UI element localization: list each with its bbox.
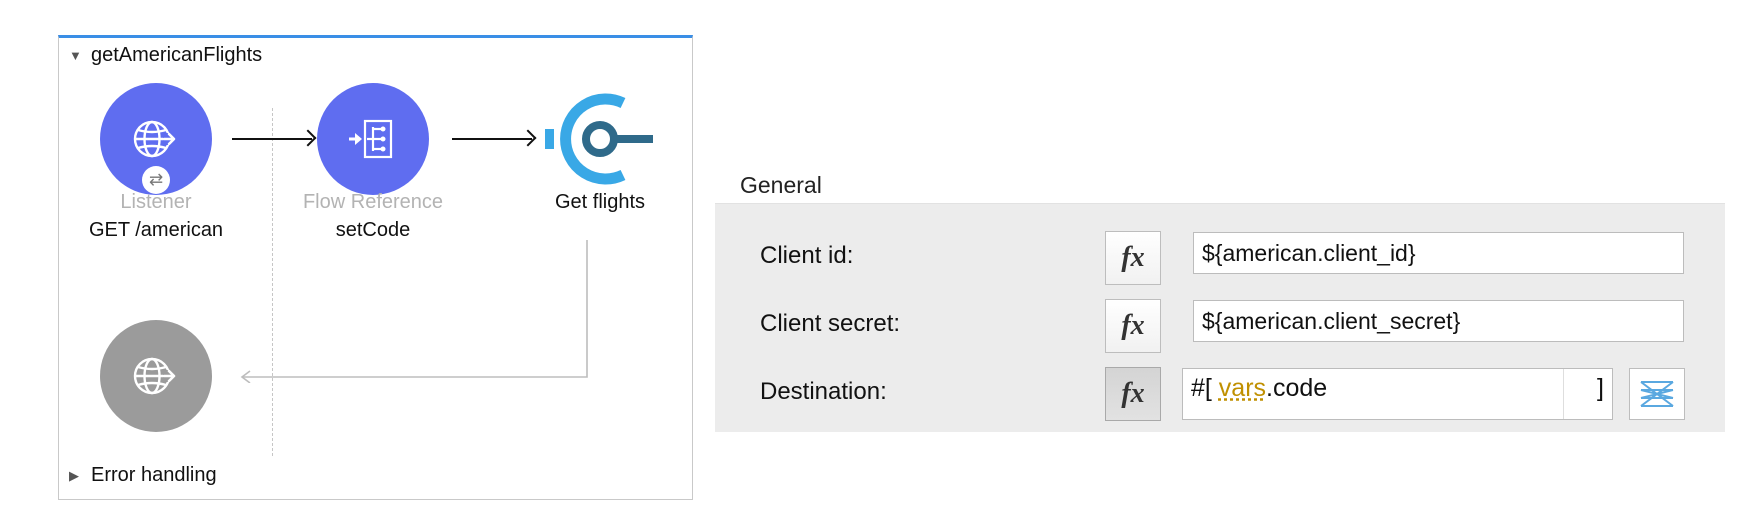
- get-flights-name: Get flights: [554, 191, 646, 213]
- connector-arrow-2: [452, 138, 532, 140]
- globe-response-icon: [133, 357, 176, 395]
- expression-text[interactable]: #[ vars.code: [1191, 374, 1327, 403]
- client-secret-label: Client secret:: [760, 310, 901, 337]
- client-secret-fx-button[interactable]: fx: [1105, 299, 1161, 353]
- expression-open: #[: [1191, 374, 1219, 402]
- response-node[interactable]: [100, 320, 212, 432]
- error-handling-label[interactable]: Error handling: [91, 464, 217, 487]
- flow-reference-label: Flow Reference setCode: [273, 188, 473, 244]
- destination-label: Destination:: [760, 378, 887, 405]
- expression-close: ]: [1597, 374, 1604, 402]
- expression-separator: [1563, 369, 1564, 419]
- get-flights-node[interactable]: [545, 83, 655, 195]
- destination-fx-button[interactable]: fx: [1105, 367, 1161, 421]
- flow-reference-node[interactable]: [317, 83, 429, 195]
- client-id-label: Client id:: [760, 242, 854, 269]
- listener-type: Listener: [120, 191, 192, 213]
- connector-icon: [545, 93, 653, 185]
- flow-reference-icon: [349, 119, 393, 159]
- client-id-fx-button[interactable]: fx: [1105, 231, 1161, 285]
- flow-reference-type: Flow Reference: [302, 191, 444, 213]
- globe-listener-icon: [133, 120, 176, 158]
- client-secret-input[interactable]: ${american.client_secret}: [1193, 300, 1684, 342]
- flow-header[interactable]: ▼ getAmericanFlights: [69, 42, 262, 68]
- error-handling-row[interactable]: ▶ Error handling: [69, 464, 217, 487]
- destination-expression-input[interactable]: #[ vars.code ]: [1182, 368, 1613, 420]
- listener-path: GET /american: [88, 219, 224, 241]
- expression-rest: .code: [1266, 374, 1328, 402]
- flow-panel: ▼ getAmericanFlights ⇄ Listener GET /ame…: [58, 35, 693, 500]
- connector-arrow-1: [232, 138, 312, 140]
- section-title: General: [740, 172, 822, 198]
- get-flights-label: Get flights: [500, 188, 700, 216]
- return-path: [240, 240, 588, 383]
- client-id-input[interactable]: ${american.client_id}: [1193, 232, 1684, 274]
- flow-name[interactable]: getAmericanFlights: [91, 44, 262, 67]
- triangle-down-icon[interactable]: ▼: [69, 48, 82, 63]
- listener-label: Listener GET /american: [56, 188, 256, 244]
- triangle-right-icon[interactable]: ▶: [69, 468, 81, 484]
- general-properties-panel: Client id: fx ${american.client_id} Clie…: [715, 203, 1725, 432]
- data-mapper-button[interactable]: [1629, 368, 1685, 420]
- expression-keyword: vars: [1218, 374, 1267, 402]
- data-mapper-icon: [1640, 381, 1674, 407]
